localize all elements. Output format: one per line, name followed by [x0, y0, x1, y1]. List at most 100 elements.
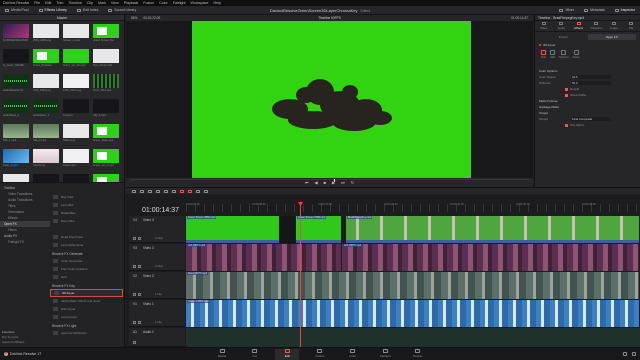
media-clip[interactable]: Zoom_Blur.mp4 — [93, 74, 119, 93]
scrub-bar[interactable] — [130, 179, 529, 182]
toggle-track-icon[interactable] — [138, 237, 141, 240]
track-header-v2[interactable]: V2 Video 21 Clip — [129, 272, 185, 299]
media-clip[interactable]: Pipe_Drops.mp4 — [93, 49, 119, 68]
effect-item[interactable]: Zoom Blur — [50, 217, 123, 225]
effects-category[interactable]: Fairlight FX — [0, 239, 50, 245]
menu-item[interactable]: DaVinci Resolve — [3, 1, 29, 5]
keyer-picker[interactable]: Pick — [541, 50, 546, 59]
page-tab-color[interactable]: Color — [341, 349, 365, 360]
inspector-tab[interactable]: File — [623, 21, 640, 31]
flag-icon[interactable] — [196, 189, 200, 193]
track-header-v4[interactable]: V4 Video 43 Clips — [129, 216, 185, 243]
track-lane-v1[interactable]: Ocean 10981.mp4 — [186, 300, 640, 327]
timeline-clip-selected[interactable]: BradFfmpegKey.mp4 — [346, 216, 640, 243]
edit-index-button[interactable]: Edit Index — [72, 8, 104, 12]
page-tab-fairlight[interactable]: Fairlight — [373, 349, 397, 360]
effects-library-button[interactable]: Effects Library — [34, 8, 72, 12]
lock-icon[interactable] — [133, 321, 136, 324]
media-clip[interactable]: S1:BNZEZ45A1S5DP — [3, 24, 29, 43]
timeline[interactable]: 01:00:14:37 01:00:00:00 01:00:08:00 01:00:… — [126, 194, 640, 347]
media-clip[interactable]: Slides.png — [63, 124, 89, 143]
play-reverse-icon[interactable]: ◀ — [315, 180, 318, 185]
toggle-track-icon[interactable] — [138, 265, 141, 268]
checkbox-icon[interactable] — [565, 123, 568, 127]
menu-item[interactable]: View — [111, 1, 119, 5]
media-clip[interactable]: G_Green_N9s1Bt... — [3, 49, 29, 68]
inspector-value-field[interactable]: 50.0 — [571, 81, 611, 85]
lock-icon[interactable] — [133, 293, 136, 296]
menu-item[interactable]: Edit — [45, 1, 51, 5]
timeline-clip[interactable]: Green Screen 7508.mp4 — [296, 216, 342, 243]
inspector-value-field[interactable]: Final Composite — [571, 117, 611, 121]
dynamic-trim-icon[interactable] — [148, 189, 152, 193]
timeline-clip[interactable]: Ocean 10981.mp4 — [186, 300, 640, 327]
skip-to-end-icon[interactable]: ⏭ — [341, 180, 345, 185]
media-clip[interactable]: Green_Particles... — [33, 49, 59, 68]
keyer-picker[interactable]: Add — [550, 50, 555, 59]
effect-item[interactable]: Dead Pixel Fixer — [50, 233, 123, 241]
selection-tool-icon[interactable] — [132, 189, 136, 193]
timeline-playhead[interactable] — [300, 204, 301, 347]
inspector-row[interactable]: Use Alpha — [535, 122, 640, 128]
effect-item[interactable]: Lens Reflections — [50, 241, 123, 249]
media-clip[interactable]: Talk_2.mp4 — [33, 124, 59, 143]
inspector-tab[interactable]: Effects — [570, 21, 588, 31]
inspector-tab[interactable]: Image — [605, 21, 623, 31]
toggle-track-icon[interactable] — [138, 321, 141, 324]
mixer-button[interactable]: Mixer — [554, 8, 579, 12]
metadata-button[interactable]: Metadata — [579, 8, 610, 12]
checkbox-icon[interactable] — [565, 93, 568, 97]
menu-item[interactable]: Workspace — [191, 1, 209, 5]
zoom-level[interactable]: 58% — [131, 16, 137, 20]
effect-item[interactable]: Luma Keyer — [50, 313, 123, 321]
media-clip[interactable]: CUP_1003.png — [33, 74, 59, 93]
sound-library-button[interactable]: Sound Library — [103, 8, 141, 12]
effect-item[interactable]: Color Generator — [50, 257, 123, 265]
page-tab-deliver[interactable]: Deliver — [406, 349, 430, 360]
media-clip[interactable]: Paper.mp4 — [63, 149, 89, 168]
media-pool-button[interactable]: Media Pool — [0, 8, 34, 12]
toggle-track-icon[interactable] — [138, 293, 141, 296]
track-lane-v3[interactable]: Jeff 10674.mp4 Jeff 10675.mp4 — [186, 244, 640, 271]
marker-icon[interactable] — [204, 189, 208, 193]
project-manager-icon[interactable] — [623, 352, 627, 356]
page-tab-edit[interactable]: Edit — [275, 349, 300, 360]
track-lane-a1[interactable] — [186, 328, 640, 347]
skip-to-start-icon[interactable]: ⏮ — [305, 180, 309, 185]
media-clip[interactable]: Screen1 — [63, 99, 89, 118]
lock-icon[interactable] — [133, 237, 136, 240]
track-header-v3[interactable]: V3 Video 33 Clips — [129, 244, 185, 271]
effect-item[interactable]: Aperture Diffraction — [50, 329, 123, 337]
media-clip[interactable]: 2501_1086.png — [33, 24, 59, 43]
inspector-tab[interactable]: Transition — [588, 21, 606, 31]
media-clip[interactable]: Screen_1.mp4 — [63, 24, 89, 43]
effect-item[interactable]: Radial Blur — [50, 209, 123, 217]
favorite-item[interactable]: Aperture Diffract... — [2, 340, 48, 345]
timeline-name[interactable]: Timeline 60FPS — [126, 16, 533, 20]
lock-icon[interactable] — [133, 341, 136, 344]
page-tab-fusion[interactable]: Fusion — [308, 349, 332, 360]
trim-tool-icon[interactable] — [140, 189, 144, 193]
checkbox-icon[interactable] — [565, 87, 568, 91]
menu-item[interactable]: Timeline — [68, 1, 81, 5]
inspector-sub-tab[interactable]: Open FX — [587, 34, 636, 40]
menu-item[interactable]: Clip — [87, 1, 93, 5]
media-clip[interactable]: Green_scr_S4.mp4 — [63, 49, 89, 68]
media-clip[interactable]: AudioWaveform1 — [3, 74, 29, 93]
timeline-viewer[interactable] — [126, 21, 533, 178]
effect-item[interactable]: Four Color Gradient — [50, 265, 123, 273]
track-header-a1[interactable]: A1 Audio 1 — [129, 328, 185, 347]
effect-item[interactable]: HSL Keyer — [50, 305, 123, 313]
insert-clip-icon[interactable] — [164, 189, 168, 193]
track-header-v1[interactable]: V1 Video 11 Clip — [129, 300, 185, 327]
stop-icon[interactable]: ■ — [324, 180, 326, 185]
media-clip[interactable]: AudioWave_3 — [33, 99, 59, 118]
effect-enable-icon[interactable] — [539, 44, 541, 46]
project-settings-icon[interactable] — [632, 352, 636, 356]
menu-item[interactable]: Fusion — [143, 1, 154, 5]
inspector-tab[interactable]: Audio — [553, 21, 571, 31]
timeline-clip[interactable]: Jeff 10675.mp4 — [342, 244, 640, 271]
timeline-clip[interactable]: Green Screen 2560.mp4 — [186, 216, 280, 243]
effect-item[interactable]: Ray Cast — [50, 193, 123, 201]
scrub-playhead[interactable] — [334, 179, 335, 182]
